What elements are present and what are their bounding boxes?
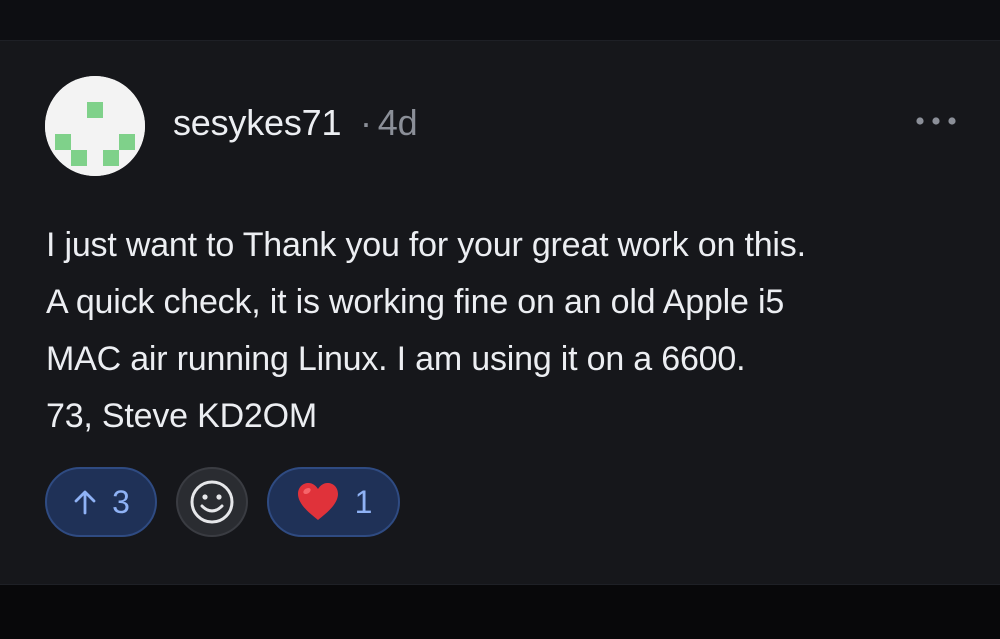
more-horizontal-icon: [916, 117, 956, 125]
identicon-image: [45, 76, 145, 176]
avatar[interactable]: [45, 76, 145, 176]
post-age: 4d: [377, 102, 418, 143]
username-link[interactable]: sesykes71: [173, 103, 341, 143]
bottom-bar: [0, 585, 1000, 639]
arrow-up-icon: [74, 490, 96, 515]
comment-body: I just want to Thank you for your great …: [46, 226, 806, 435]
meta-separator: ·: [360, 102, 372, 143]
smiley-icon: [190, 480, 234, 524]
comment-card: sesykes71 · 4d I just want to Thank you f…: [0, 41, 1000, 585]
heart-count: 1: [354, 484, 373, 520]
more-options-button[interactable]: [910, 107, 962, 135]
upvote-button[interactable]: 3: [45, 467, 157, 537]
upvote-count: 3: [112, 484, 130, 520]
top-bar: [0, 0, 1000, 41]
add-reaction-button[interactable]: [176, 467, 248, 537]
heart-reaction-button[interactable]: 1: [267, 467, 400, 537]
post-meta: · 4d: [358, 102, 418, 143]
heart-icon: [297, 483, 338, 520]
